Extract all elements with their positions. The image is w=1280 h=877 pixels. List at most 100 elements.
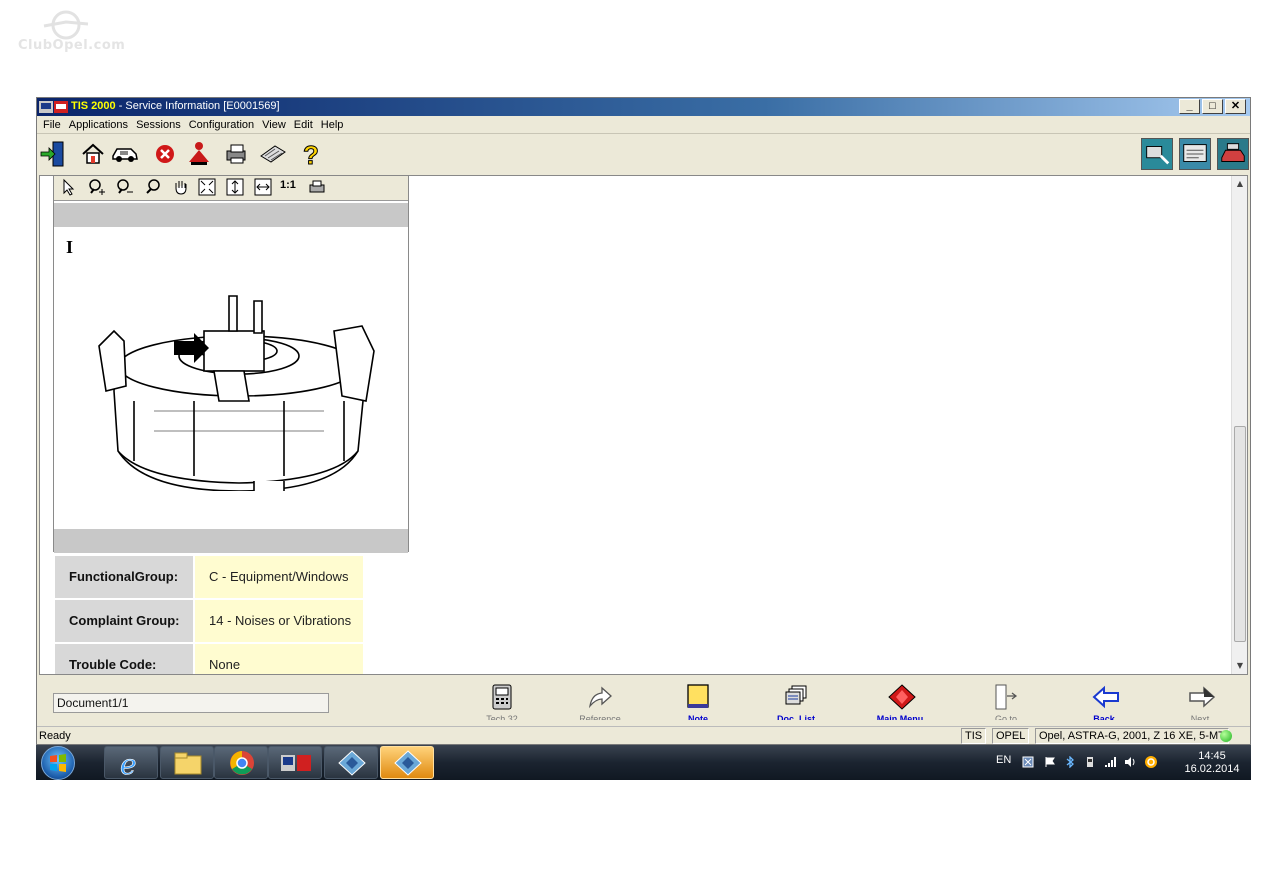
connection-status-icon <box>1220 730 1232 742</box>
update-notification-icon[interactable] <box>1144 755 1158 769</box>
info-row-functional-group: FunctionalGroup: C - Equipment/Windows <box>55 556 363 598</box>
taskbar-chrome[interactable] <box>214 746 268 779</box>
language-indicator[interactable]: EN <box>996 754 1011 766</box>
tech32-icon <box>492 684 512 710</box>
document-view[interactable]: 1:1 I FunctionalGroup: C - Equipment/Win… <box>39 175 1248 675</box>
print-image-icon[interactable] <box>308 178 326 196</box>
fit-width-icon[interactable] <box>254 178 272 196</box>
menu-help[interactable]: Help <box>319 119 350 131</box>
print-icon[interactable] <box>223 140 251 168</box>
menu-configuration[interactable]: Configuration <box>187 119 260 131</box>
usb-device-icon[interactable] <box>1084 756 1096 768</box>
action-center-flag-icon[interactable] <box>1044 756 1056 768</box>
figure-letter: I <box>66 237 74 257</box>
vehicle-programming-icon[interactable] <box>1217 138 1249 170</box>
menu-applications[interactable]: Applications <box>67 119 134 131</box>
document-counter-field: Document1/1 <box>53 693 329 713</box>
next-button[interactable]: Next <box>1165 684 1235 722</box>
zoom-out-icon[interactable] <box>116 178 134 196</box>
doc-list-button[interactable]: Doc. List <box>761 684 831 722</box>
taskbar-virtual-machine-active[interactable] <box>380 746 434 779</box>
back-button[interactable]: Back <box>1069 684 1139 722</box>
main-menu-button[interactable]: Main Menu <box>865 684 935 722</box>
nav-label: Main Menu <box>876 714 924 720</box>
window-title: TIS 2000 - Service Information [E0001569… <box>71 100 280 112</box>
go-to-button[interactable]: Go to <box>971 684 1041 722</box>
service-info-icon[interactable] <box>1179 138 1211 170</box>
menu-file[interactable]: File <box>41 119 67 131</box>
status-ready: Ready <box>39 730 71 742</box>
doc-list-icon <box>785 685 807 705</box>
pan-hand-icon[interactable] <box>172 178 190 196</box>
scroll-down-icon[interactable]: ▼ <box>1232 658 1247 674</box>
start-button[interactable] <box>41 746 75 780</box>
nav-label: Tech 32 <box>486 714 518 720</box>
folder-icon <box>174 752 202 775</box>
minimize-button[interactable]: _ <box>1179 99 1200 114</box>
fit-page-icon[interactable] <box>198 178 216 196</box>
home-icon[interactable] <box>79 140 107 168</box>
info-row-trouble-code: Trouble Code: None <box>55 644 363 674</box>
stop-icon[interactable] <box>151 140 179 168</box>
info-row-complaint-group: Complaint Group: 14 - Noises or Vibratio… <box>55 600 363 642</box>
actual-size-button[interactable]: 1:1 <box>280 179 296 191</box>
note-icon <box>687 684 709 708</box>
bluetooth-icon[interactable] <box>1064 756 1076 768</box>
clock-time: 14:45 <box>1198 750 1226 762</box>
info-value: None <box>195 644 363 674</box>
go-to-icon <box>995 684 1018 710</box>
info-label: Trouble Code: <box>55 644 193 674</box>
signal-strength-icon[interactable] <box>1104 756 1116 768</box>
system-tray: EN 14:45 16.02.2014 <box>992 745 1251 780</box>
tech32-button[interactable]: Tech 32 <box>467 684 537 722</box>
reference-button[interactable]: Reference <box>565 684 635 722</box>
scroll-up-icon[interactable]: ▲ <box>1232 176 1247 192</box>
keyboard-icon[interactable] <box>259 140 287 168</box>
vm-icon <box>338 750 366 776</box>
taskbar-internet-explorer[interactable]: e <box>104 746 158 780</box>
menu-view[interactable]: View <box>260 119 292 131</box>
image-toolbar: 1:1 <box>54 176 408 201</box>
close-button[interactable]: ✕ <box>1225 99 1246 114</box>
clock-date: 16.02.2014 <box>1184 763 1240 775</box>
nav-label: Go to <box>994 714 1017 720</box>
taskbar-virtual-machine[interactable] <box>324 746 378 779</box>
image-footer-strip <box>54 529 408 553</box>
nav-label: Reference <box>579 714 621 720</box>
network-share-icon[interactable] <box>1022 756 1034 768</box>
clock-spring-illustration <box>98 295 375 491</box>
status-app: TIS <box>961 728 987 744</box>
next-arrow-icon <box>1189 686 1216 708</box>
zoom-area-icon[interactable] <box>144 178 162 196</box>
exit-icon[interactable] <box>39 140 67 168</box>
info-label: Complaint Group: <box>55 600 193 642</box>
tis-app-icon <box>39 101 68 113</box>
scroll-thumb[interactable] <box>1234 426 1246 642</box>
maximize-button[interactable]: □ <box>1202 99 1223 114</box>
user-icon[interactable] <box>185 140 213 168</box>
taskbar-file-explorer[interactable] <box>160 746 214 779</box>
app-window: TIS 2000 - Service Information [E0001569… <box>36 97 1251 745</box>
svg-text:e: e <box>120 748 137 780</box>
help-icon[interactable]: ? <box>297 140 325 168</box>
taskbar-tis2000[interactable] <box>268 746 322 779</box>
pointer-icon[interactable] <box>60 178 78 196</box>
menu-edit[interactable]: Edit <box>292 119 319 131</box>
diagnostics-icon[interactable] <box>1141 138 1173 170</box>
nav-label: Back <box>1093 714 1115 720</box>
vm-active-icon <box>394 750 422 776</box>
vehicle-icon[interactable] <box>111 140 139 168</box>
zoom-in-icon[interactable] <box>88 178 106 196</box>
chrome-icon <box>230 751 254 775</box>
windows-taskbar: e EN 14:45 16.02.2014 <box>36 745 1251 780</box>
note-button[interactable]: Note <box>663 684 733 722</box>
nav-label: Note <box>688 714 708 720</box>
fit-height-icon[interactable] <box>226 178 244 196</box>
vertical-scrollbar[interactable]: ▲ ▼ <box>1231 176 1247 674</box>
status-make: OPEL <box>992 728 1030 744</box>
clock[interactable]: 14:45 16.02.2014 <box>1182 750 1242 776</box>
menu-sessions[interactable]: Sessions <box>134 119 187 131</box>
title-bar[interactable]: TIS 2000 - Service Information [E0001569… <box>37 98 1250 116</box>
reference-icon <box>588 686 612 709</box>
volume-icon[interactable] <box>1124 756 1136 768</box>
